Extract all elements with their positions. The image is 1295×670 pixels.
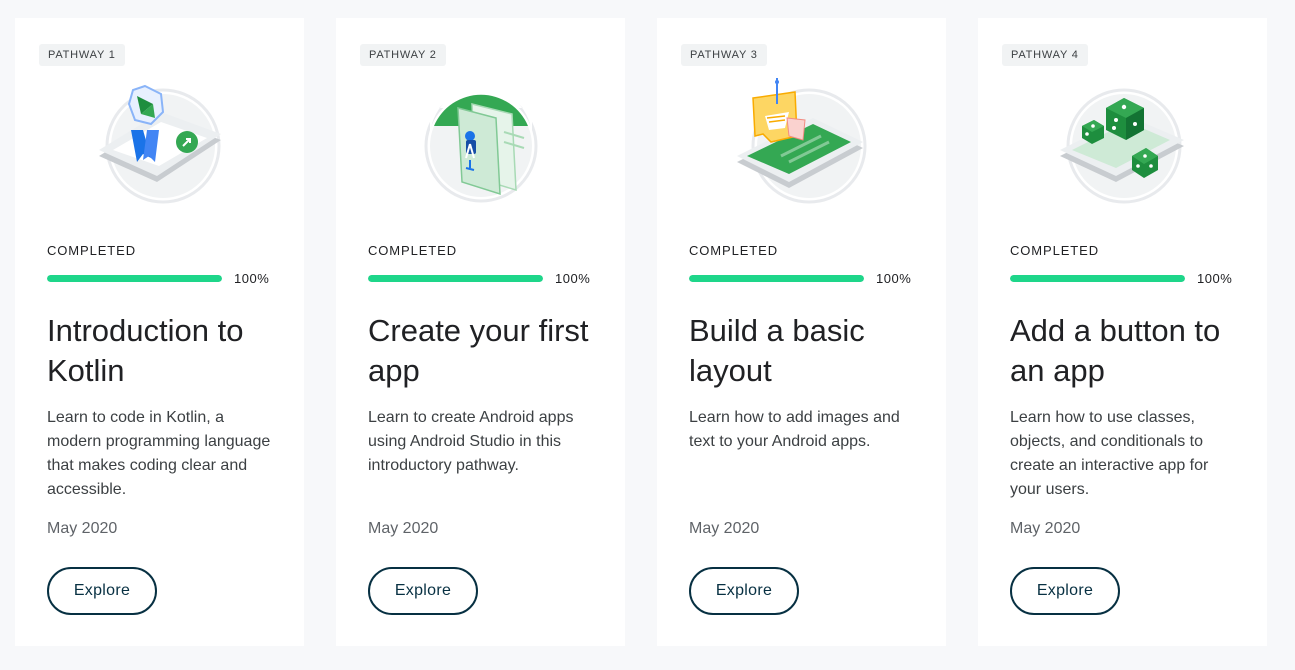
- pathway-badge: PATHWAY 3: [681, 44, 767, 66]
- progress-bar-fill: [368, 275, 543, 282]
- explore-button[interactable]: Explore: [1010, 567, 1120, 615]
- layout-phone-cards-icon: [737, 78, 867, 204]
- pathway-date: May 2020: [1010, 520, 1081, 537]
- completion-status: COMPLETED: [47, 243, 137, 258]
- progress-percent: 100%: [876, 271, 912, 286]
- progress-percent: 100%: [555, 271, 591, 286]
- pathway-card-2: PATHWAY 2 COMPLETED 100% Create your fir…: [336, 18, 625, 646]
- pathway-title: Introduction to Kotlin: [47, 313, 244, 388]
- pathway-badge: PATHWAY 4: [1002, 44, 1088, 66]
- progress-percent: 100%: [234, 271, 270, 286]
- progress-bar: [1010, 275, 1185, 282]
- completion-status: COMPLETED: [368, 243, 458, 258]
- pathway-description: Learn to create Android apps using Andro…: [368, 409, 574, 474]
- completion-status: COMPLETED: [689, 243, 779, 258]
- progress-bar: [689, 275, 864, 282]
- android-studio-app-icon: [424, 87, 538, 203]
- pathway-card-grid: PATHWAY 1 COMPLETED 100% Introduction to…: [15, 18, 1280, 646]
- pathway-card-3: PATHWAY 3 COMPLETED 100% Build a basic l…: [657, 18, 946, 646]
- pathway-badge: PATHWAY 1: [39, 44, 125, 66]
- explore-button[interactable]: Explore: [47, 567, 157, 615]
- pathway-title: Build a basic layout: [689, 313, 865, 388]
- pathway-title: Add a button to an app: [1010, 313, 1221, 388]
- pathway-date: May 2020: [368, 520, 439, 537]
- explore-button[interactable]: Explore: [368, 567, 478, 615]
- kotlin-award-phone-icon: [99, 84, 221, 204]
- pathway-title: Create your first app: [368, 313, 589, 388]
- completion-status: COMPLETED: [1010, 243, 1100, 258]
- progress-bar: [368, 275, 543, 282]
- pathway-card-4: PATHWAY 4 COMPLETED 100% Add a button to…: [978, 18, 1267, 646]
- progress-bar-fill: [689, 275, 864, 282]
- pathway-date: May 2020: [47, 520, 118, 537]
- progress-percent: 100%: [1197, 271, 1233, 286]
- pathway-description: Learn how to use classes, objects, and c…: [1010, 409, 1209, 498]
- pathway-description: Learn to code in Kotlin, a modern progra…: [47, 409, 271, 498]
- dice-phone-icon: [1060, 88, 1184, 204]
- pathway-card-1: PATHWAY 1 COMPLETED 100% Introduction to…: [15, 18, 304, 646]
- pathway-date: May 2020: [689, 520, 760, 537]
- explore-button[interactable]: Explore: [689, 567, 799, 615]
- pathway-description: Learn how to add images and text to your…: [689, 409, 900, 450]
- progress-bar-fill: [47, 275, 222, 282]
- pathway-badge: PATHWAY 2: [360, 44, 446, 66]
- progress-bar: [47, 275, 222, 282]
- progress-bar-fill: [1010, 275, 1185, 282]
